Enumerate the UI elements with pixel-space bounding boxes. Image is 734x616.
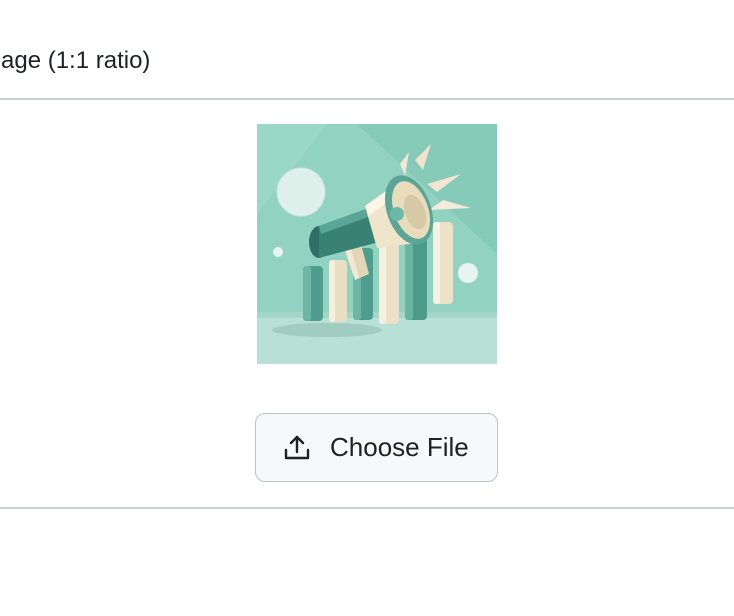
upload-icon	[282, 433, 312, 463]
section-title: mage (1:1 ratio)	[0, 47, 151, 74]
choose-file-label: Choose File	[330, 432, 469, 462]
image-preview	[257, 124, 497, 364]
choose-file-button[interactable]: Choose File	[255, 413, 498, 482]
divider-bottom	[0, 507, 734, 509]
divider-top	[0, 98, 734, 100]
megaphone-illustration	[257, 124, 497, 364]
